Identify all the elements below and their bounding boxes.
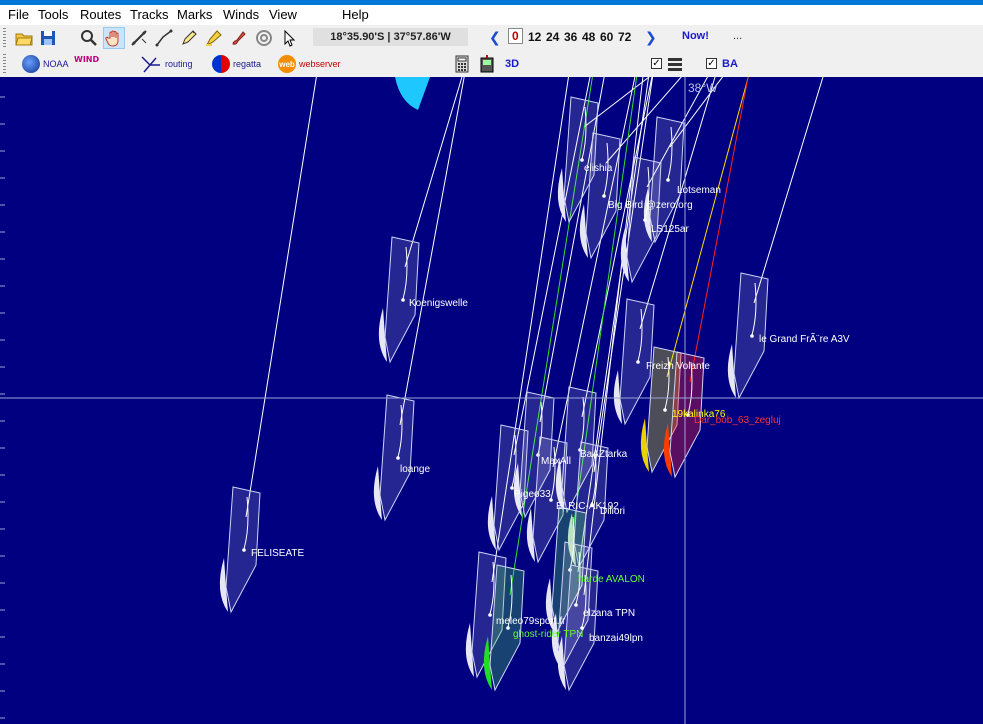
boat-name-label: elishia	[584, 163, 613, 174]
menu-routes[interactable]: Routes	[80, 7, 121, 22]
noaa-label: NOAA	[43, 59, 69, 69]
now-button[interactable]: Now!	[682, 30, 709, 42]
menu-marks[interactable]: Marks	[177, 7, 212, 22]
plugin-toolbar: NOAA WIND routing regatta web webserver …	[0, 52, 983, 78]
boat-position-dot	[602, 194, 606, 198]
wind-label: WIND	[74, 55, 100, 64]
boat-name-label: Big Bird @zero.org	[608, 200, 693, 211]
map-canvas[interactable]	[0, 77, 983, 724]
boat-position-dot	[663, 408, 667, 412]
layers-checkbox[interactable]: ✓	[651, 58, 662, 69]
boat-name-label: ghost-rider TPN	[513, 629, 584, 640]
boat-track	[245, 77, 317, 518]
boat-name-label: meleo79sport.fr	[496, 616, 566, 627]
boat-position-dot	[401, 298, 405, 302]
routing-label: routing	[165, 59, 193, 69]
web-icon: web	[278, 55, 296, 73]
pencil-icon[interactable]	[178, 27, 200, 49]
menu-tools[interactable]: Tools	[38, 7, 68, 22]
boat-name-label: Dar_bob_63_zegluj	[694, 415, 781, 426]
regatta-label: regatta	[233, 59, 262, 69]
ba-checkbox[interactable]: ✓	[706, 58, 717, 69]
open-folder-icon[interactable]	[13, 27, 35, 49]
forecast-hour-12[interactable]: 12	[528, 30, 541, 44]
forecast-hour-72[interactable]: 72	[618, 30, 631, 44]
pan-hand-icon[interactable]	[103, 27, 125, 49]
forecast-hour-36[interactable]: 36	[564, 30, 577, 44]
forecast-hour-0[interactable]: 0	[508, 28, 523, 44]
highlighter-icon[interactable]	[203, 27, 225, 49]
regatta-flag-icon	[212, 55, 230, 73]
sailing-map[interactable]: 38°W Koenigswelle loange FELISEATE elishia B…	[0, 77, 983, 724]
ba-label: BA	[722, 58, 738, 70]
toolbar-grip[interactable]	[3, 54, 6, 74]
measure-ruler-icon[interactable]	[128, 27, 150, 49]
partial-boat	[395, 77, 430, 110]
menu-bar: File Tools Routes Tracks Marks Winds Vie…	[0, 5, 983, 25]
routing-plugin[interactable]: routing	[140, 55, 193, 73]
pointer-arrow-icon[interactable]	[279, 27, 301, 49]
menu-view[interactable]: View	[269, 7, 297, 22]
boat-name-label: Diliori	[600, 506, 625, 517]
boat-name-label: le Grand FrÃ¨re A3V	[759, 334, 850, 345]
3d-button[interactable]: 3D	[505, 58, 519, 70]
boat-marker[interactable]	[373, 394, 415, 522]
boat-marker[interactable]	[487, 424, 529, 552]
boat-track	[753, 77, 824, 304]
boat-position-dot	[643, 218, 647, 222]
next-time-arrow-icon[interactable]: ❯	[645, 29, 657, 46]
layers-stack-icon[interactable]	[664, 53, 686, 75]
boat-name-label: FELISEATE	[251, 548, 305, 559]
main-toolbar: 18°35.90'S | 37°57.86'W ❮ 0 12 24 36 48 …	[0, 25, 983, 52]
boat-name-label: MaxAll	[541, 456, 572, 467]
regatta-plugin[interactable]: regatta	[212, 55, 261, 73]
noaa-plugin[interactable]: NOAA	[22, 55, 69, 73]
boat-position-dot	[488, 613, 492, 617]
webserver-plugin[interactable]: web webserver	[278, 55, 341, 73]
target-icon[interactable]	[253, 27, 275, 49]
boat-position-dot	[242, 548, 246, 552]
boat-name-label: harde AVALON	[578, 574, 645, 585]
menu-help[interactable]: Help	[342, 7, 369, 22]
cursor-coordinates: 18°35.90'S | 37°57.86'W	[313, 28, 468, 46]
boat-name-label: Koenigswelle	[409, 298, 468, 309]
webserver-label: webserver	[299, 59, 341, 69]
menu-file[interactable]: File	[8, 7, 29, 22]
previous-time-arrow-icon[interactable]: ❮	[489, 29, 501, 46]
boat-name-label: loange	[400, 464, 431, 475]
boat-name-label: Lotseman	[677, 185, 721, 196]
wind-plugin[interactable]: WIND	[74, 55, 99, 64]
forecast-hour-24[interactable]: 24	[546, 30, 559, 44]
boat-name-label: elzana TPN	[583, 608, 636, 619]
save-icon[interactable]	[37, 27, 59, 49]
noaa-globe-icon	[22, 55, 40, 73]
boat-position-dot	[666, 178, 670, 182]
meridian-label: 38°W	[688, 81, 718, 95]
boat-name-label: banzai49lpn	[589, 633, 643, 644]
boat-name-label: LS125ar	[651, 224, 689, 235]
boat-name-label: Freizh Volante	[646, 361, 710, 372]
gps-device-icon[interactable]	[476, 53, 498, 75]
menu-winds[interactable]: Winds	[223, 7, 259, 22]
boat-position-dot	[396, 456, 400, 460]
latitude-ticks	[0, 96, 5, 719]
boat-position-dot	[580, 158, 584, 162]
toolbar-grip[interactable]	[3, 28, 6, 48]
calculator-icon[interactable]	[451, 53, 473, 75]
forecast-hour-48[interactable]: 48	[582, 30, 595, 44]
boat-name-label: BaAZtarka	[580, 449, 628, 460]
menu-tracks[interactable]: Tracks	[130, 7, 169, 22]
routing-branch-icon	[141, 56, 160, 73]
more-button[interactable]: ...	[733, 30, 742, 42]
route-line-icon[interactable]	[153, 27, 175, 49]
boat-position-dot	[750, 334, 754, 338]
zoom-icon[interactable]	[78, 27, 100, 49]
forecast-hour-60[interactable]: 60	[600, 30, 613, 44]
brush-icon[interactable]	[228, 27, 250, 49]
boat-position-dot	[636, 360, 640, 364]
boat-name-label: Pigeo33	[514, 489, 551, 500]
